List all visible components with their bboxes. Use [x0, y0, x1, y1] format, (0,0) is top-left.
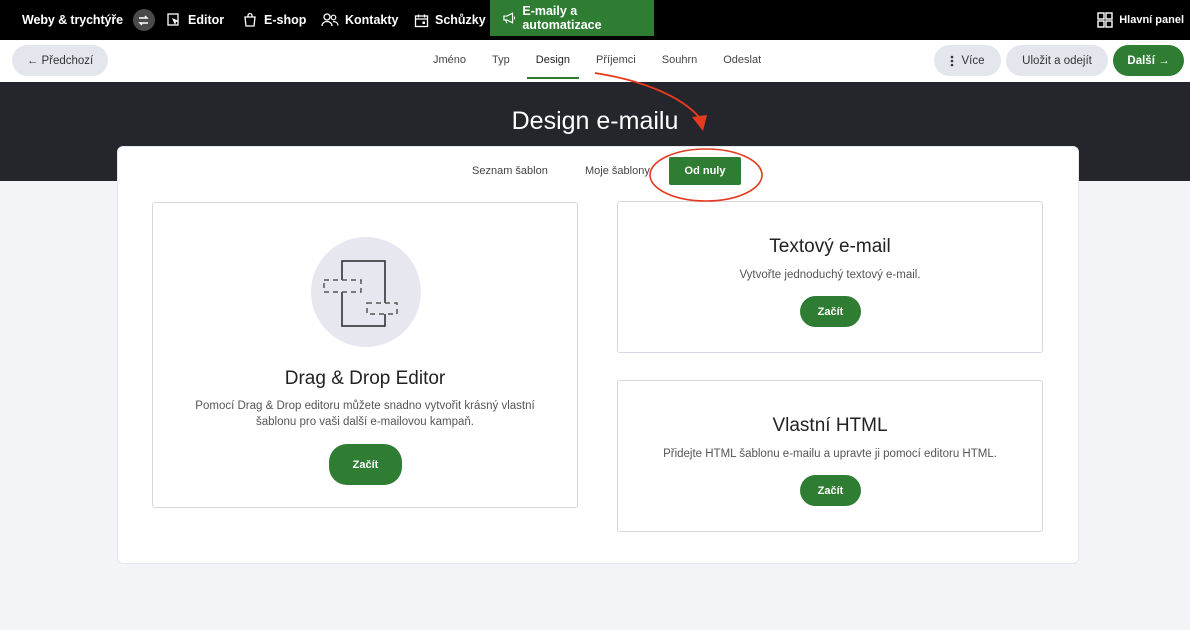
card-description: Vytvořte jednoduchý textový e-mail. [739, 269, 921, 281]
top-navigation: Weby & trychtýře Editor E-shop Kontakty … [0, 0, 1190, 40]
card-title: Vlastní HTML [772, 415, 888, 436]
nav-label: Kontakty [345, 13, 399, 27]
nav-item-meetings[interactable]: Schůzky [414, 0, 486, 40]
step-summary[interactable]: Souhrn [649, 40, 710, 80]
next-button[interactable]: Další → [1113, 45, 1184, 76]
more-button[interactable]: Více [934, 45, 1001, 76]
nav-item-emails-automation[interactable]: E-maily a automatizace [490, 0, 654, 36]
dashboard-icon [1097, 12, 1113, 28]
card-title: Textový e-mail [769, 236, 891, 257]
nav-label: E-maily a automatizace [522, 4, 602, 32]
nav-label: Schůzky [435, 13, 486, 27]
start-button-drag-drop[interactable]: Začít [329, 444, 402, 485]
nav-item-eshop[interactable]: E-shop [242, 0, 306, 40]
more-label: Více [961, 54, 985, 67]
step-send[interactable]: Odeslat [710, 40, 774, 80]
description-line: šablonu pro vaši další e-mailovou kampaň… [256, 416, 474, 428]
step-design[interactable]: Design [523, 40, 583, 80]
calendar-icon [414, 14, 429, 27]
save-and-exit-button[interactable]: Uložit a odejít [1006, 45, 1108, 76]
start-button-custom-html[interactable]: Začít [800, 475, 861, 506]
tab-template-list[interactable]: Seznam šablon [472, 165, 552, 177]
tab-from-scratch[interactable]: Od nuly [669, 157, 741, 185]
previous-button[interactable]: ← Předchozí [12, 45, 108, 76]
card-text-email[interactable]: Textový e-mail Vytvořte jednoduchý texto… [617, 201, 1043, 353]
card-description: Přidejte HTML šablonu e-mailu a upravte … [663, 448, 997, 460]
editor-icon [167, 13, 179, 26]
description-line: Pomocí Drag & Drop editoru můžete snadno… [195, 400, 535, 412]
card-drag-drop-editor[interactable]: Drag & Drop Editor Pomocí Drag & Drop ed… [152, 202, 578, 508]
start-button-text-email[interactable]: Začít [800, 296, 861, 327]
tab-my-templates[interactable]: Moje šablony [585, 165, 665, 177]
card-description: Pomocí Drag & Drop editoru můžete snadno… [183, 398, 547, 430]
drag-drop-illustration-icon [311, 237, 421, 347]
card-custom-html[interactable]: Vlastní HTML Přidejte HTML šablonu e-mai… [617, 380, 1043, 532]
nav-item-dashboard[interactable]: Hlavní panel [1097, 0, 1184, 40]
brand-menu[interactable]: Weby & trychtýře [22, 13, 123, 27]
page-title: Design e-mailu [511, 107, 679, 135]
contacts-icon [321, 13, 339, 27]
megaphone-icon [503, 12, 516, 24]
switch-icon[interactable] [132, 9, 155, 31]
wizard-steps: Jméno Typ Design Příjemci Souhrn Odeslat [420, 40, 774, 82]
nav-item-contacts[interactable]: Kontakty [321, 0, 398, 40]
more-vertical-icon [951, 55, 954, 66]
wizard-toolbar: ← Předchozí Jméno Typ Design Příjemci So… [0, 40, 1190, 82]
step-type[interactable]: Typ [479, 40, 523, 80]
nav-label: Hlavní panel [1119, 14, 1184, 26]
nav-label: E-shop [264, 13, 307, 27]
nav-item-editor[interactable]: Editor [166, 0, 224, 40]
nav-label: Editor [188, 13, 225, 27]
shopping-bag-icon [244, 12, 256, 27]
step-recipients[interactable]: Příjemci [583, 40, 649, 80]
card-title: Drag & Drop Editor [284, 368, 446, 389]
step-name[interactable]: Jméno [420, 40, 479, 80]
